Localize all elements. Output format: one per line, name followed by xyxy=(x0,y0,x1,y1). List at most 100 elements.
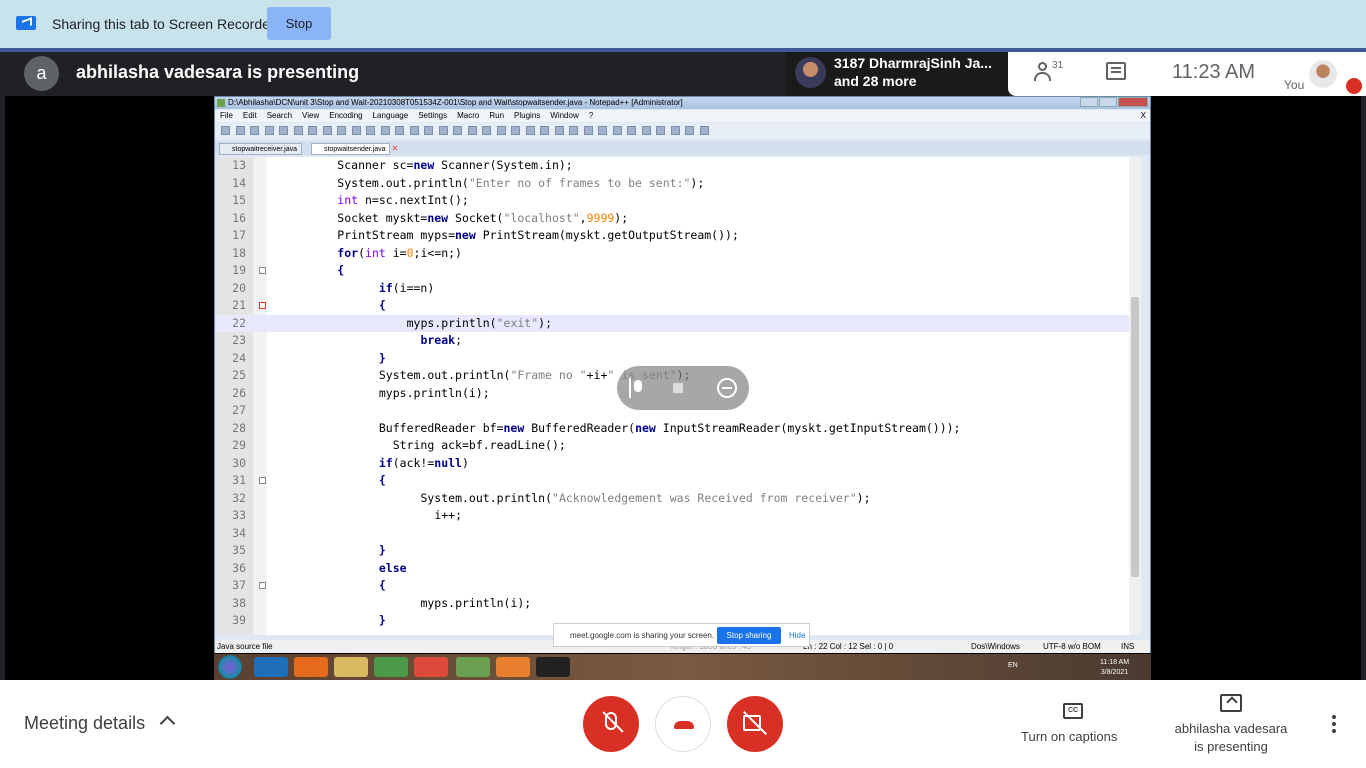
code-line[interactable]: 35} xyxy=(216,542,1141,560)
toggle-camera-button[interactable] xyxy=(727,696,783,752)
folder-icon[interactable] xyxy=(334,657,368,677)
code-line[interactable]: 18 for(int i=0;i<=n;) xyxy=(216,245,1141,263)
menu-settings[interactable]: Settings xyxy=(418,110,447,122)
cmd-icon[interactable] xyxy=(536,657,570,677)
stop-sharing-tab-button[interactable]: Stop xyxy=(267,7,331,40)
tab-stopwaitsender[interactable]: stopwaitsender.java ✕ xyxy=(311,143,398,155)
toolbar-button-icon[interactable] xyxy=(395,126,404,135)
tab-stopwaitreceiver[interactable]: stopwaitreceiver.java xyxy=(219,143,302,155)
hide-notice-link[interactable]: Hide xyxy=(789,631,805,640)
code-line[interactable]: 30 if(ack!=null) xyxy=(216,455,1141,473)
toolbar-button-icon[interactable] xyxy=(380,126,390,135)
ie-icon[interactable] xyxy=(254,657,288,677)
code-line[interactable]: 16 Socket myskt=new Socket("localhost",99… xyxy=(216,210,1141,228)
toolbar-button-icon[interactable] xyxy=(250,126,259,135)
close-icon[interactable] xyxy=(1118,97,1148,107)
toolbar-button-icon[interactable] xyxy=(511,126,520,135)
toolbar-button-icon[interactable] xyxy=(366,126,375,135)
maximize-icon[interactable] xyxy=(1099,97,1117,107)
menu-plugins[interactable]: Plugins xyxy=(514,110,540,122)
code-line[interactable]: 36 else xyxy=(216,560,1141,578)
code-line[interactable]: 33 i++; xyxy=(216,507,1141,525)
code-line[interactable]: 15 int n=sc.nextInt(); xyxy=(216,192,1141,210)
notepadpp-icon[interactable] xyxy=(456,657,490,677)
fold-toggle-icon[interactable] xyxy=(259,477,266,484)
code-line[interactable]: 37 { xyxy=(216,577,1141,595)
code-line[interactable]: 13 Scanner sc=new Scanner(System.in); xyxy=(216,157,1141,175)
code-line[interactable]: 24} xyxy=(216,350,1141,368)
captions-button-label[interactable]: Turn on captions xyxy=(1021,729,1117,744)
notepad-title-bar[interactable]: D:\Abhilasha\DCN\unit 3\Stop and Wait-20… xyxy=(215,97,1150,109)
speaker-off-icon[interactable] xyxy=(673,378,693,398)
menu-macro[interactable]: Macro xyxy=(457,110,479,122)
toolbar-button-icon[interactable] xyxy=(670,126,680,135)
code-line[interactable]: 29 String ack=bf.readLine(); xyxy=(216,437,1141,455)
toolbar-button-icon[interactable] xyxy=(351,126,361,135)
presenting-status[interactable]: abhilasha vadesara is presenting xyxy=(1166,720,1296,756)
toolbar-button-icon[interactable] xyxy=(583,126,593,135)
chat-icon[interactable] xyxy=(1106,62,1126,80)
tab-close-icon[interactable]: ✕ xyxy=(391,143,399,153)
menu-edit[interactable]: Edit xyxy=(243,110,257,122)
toolbar-button-icon[interactable] xyxy=(467,126,477,135)
toolbar-button-icon[interactable] xyxy=(598,126,607,135)
leave-call-button[interactable] xyxy=(655,696,711,752)
self-avatar[interactable] xyxy=(1309,60,1337,88)
menu-encoding[interactable]: Encoding xyxy=(329,110,362,122)
chrome-icon[interactable] xyxy=(414,657,448,677)
fold-toggle-icon[interactable] xyxy=(259,267,266,274)
toolbar-button-icon[interactable] xyxy=(438,126,448,135)
minimize-circle-icon[interactable] xyxy=(717,378,737,398)
toolbar-button-icon[interactable] xyxy=(308,126,317,135)
toolbar-button-icon[interactable] xyxy=(656,126,665,135)
toolbar-button-icon[interactable] xyxy=(409,126,419,135)
vertical-scrollbar[interactable] xyxy=(1129,157,1141,635)
code-line[interactable]: 28 BufferedReader bf=new BufferedReader(n… xyxy=(216,420,1141,438)
tray-language[interactable]: EN xyxy=(1008,662,1018,669)
pdf-icon[interactable] xyxy=(496,657,530,677)
minimize-icon[interactable] xyxy=(1080,97,1098,107)
menu-window[interactable]: Window xyxy=(550,110,578,122)
toolbar-button-icon[interactable] xyxy=(337,126,346,135)
toolbar-button-icon[interactable] xyxy=(699,126,709,135)
menu-view[interactable]: View xyxy=(302,110,319,122)
toolbar-button-icon[interactable] xyxy=(424,126,433,135)
firefox-icon[interactable] xyxy=(294,657,328,677)
close-document-icon[interactable]: X xyxy=(1141,110,1146,122)
toolbar-button-icon[interactable] xyxy=(627,126,636,135)
code-line[interactable]: 34 xyxy=(216,525,1141,543)
windows-start-icon[interactable] xyxy=(218,655,242,679)
menu-run[interactable]: Run xyxy=(489,110,504,122)
code-line[interactable]: 14 System.out.println("Enter no of frames… xyxy=(216,175,1141,193)
toolbar-button-icon[interactable] xyxy=(685,126,694,135)
code-line[interactable]: 17 PrintStream myps=new PrintStream(myskt… xyxy=(216,227,1141,245)
toolbar-button-icon[interactable] xyxy=(221,126,230,135)
toolbar-button-icon[interactable] xyxy=(612,126,622,135)
toolbar-button-icon[interactable] xyxy=(453,126,462,135)
code-line[interactable]: 22 myps.println("exit"); xyxy=(216,314,1141,332)
code-line[interactable]: 21 { xyxy=(216,297,1141,315)
present-screen-icon[interactable] xyxy=(1220,694,1242,712)
meeting-details-button[interactable]: Meeting details xyxy=(24,713,145,734)
toolbar-button-icon[interactable] xyxy=(235,126,245,135)
fold-toggle-icon[interactable] xyxy=(259,302,266,309)
code-line[interactable]: 31 { xyxy=(216,472,1141,490)
toolbar-button-icon[interactable] xyxy=(279,126,288,135)
menu-search[interactable]: Search xyxy=(267,110,292,122)
toolbar-button-icon[interactable] xyxy=(293,126,303,135)
toolbar-button-icon[interactable] xyxy=(525,126,535,135)
code-line[interactable]: 38 myps.println(i); xyxy=(216,595,1141,613)
code-line[interactable]: 20 if(i==n) xyxy=(216,280,1141,298)
captions-icon[interactable]: CC xyxy=(1063,703,1083,719)
menu-language[interactable]: Language xyxy=(373,110,409,122)
toolbar-button-icon[interactable] xyxy=(322,126,332,135)
menu-file[interactable]: File xyxy=(220,110,233,122)
toolbar-button-icon[interactable] xyxy=(482,126,491,135)
toolbar-button-icon[interactable] xyxy=(496,126,506,135)
tray-clock[interactable]: 11:18 AM 3/8/2021 xyxy=(1100,658,1129,678)
toolbar-button-icon[interactable] xyxy=(569,126,578,135)
app-icon[interactable] xyxy=(374,657,408,677)
fold-toggle-icon[interactable] xyxy=(259,582,266,589)
code-line[interactable]: 23 break; xyxy=(216,332,1141,350)
code-line[interactable]: 19 { xyxy=(216,262,1141,280)
